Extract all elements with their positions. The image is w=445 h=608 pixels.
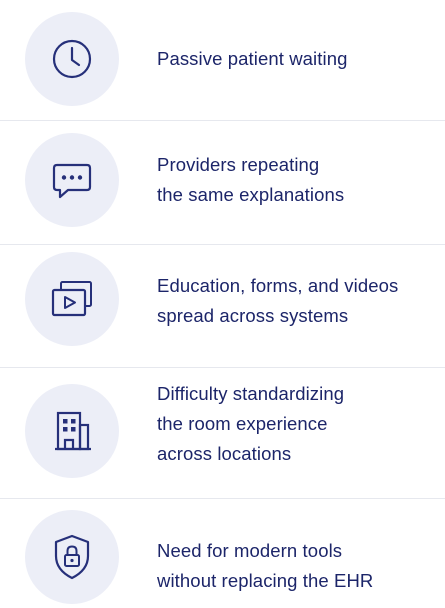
list-item-text: Providers repeating the same explanation… xyxy=(157,150,344,210)
list-item-text: Difficulty standardizing the room experi… xyxy=(157,379,344,469)
divider xyxy=(0,244,445,245)
list-item-standardizing-rooms: Difficulty standardizing the room experi… xyxy=(0,375,445,485)
text-line: Difficulty standardizing xyxy=(157,383,345,404)
shield-lock-icon xyxy=(25,510,119,604)
divider xyxy=(0,120,445,121)
text-line: Passive patient waiting xyxy=(157,48,348,69)
divider xyxy=(0,367,445,368)
chat-bubble-icon xyxy=(25,133,119,227)
pain-points-list: Passive patient waiting Providers repeat… xyxy=(0,0,445,608)
list-item-text: Passive patient waiting xyxy=(157,44,348,74)
list-item-repeating-explanations: Providers repeating the same explanation… xyxy=(0,133,445,227)
text-line: the room experience xyxy=(157,413,328,434)
text-line: Education, forms, and videos xyxy=(157,275,399,296)
building-icon xyxy=(25,384,119,478)
list-item-passive-waiting: Passive patient waiting xyxy=(0,12,445,106)
clock-icon xyxy=(25,12,119,106)
list-item-scattered-content: Education, forms, and videos spread acro… xyxy=(0,252,445,346)
text-line: Providers repeating xyxy=(157,154,320,175)
text-line: the same explanations xyxy=(157,184,345,205)
list-item-text: Need for modern tools without replacing … xyxy=(157,536,373,596)
text-line: without replacing the EHR xyxy=(157,570,374,591)
text-line: across locations xyxy=(157,443,292,464)
text-line: Need for modern tools xyxy=(157,540,343,561)
list-item-modern-tools: Need for modern tools without replacing … xyxy=(0,510,445,608)
text-line: spread across systems xyxy=(157,305,349,326)
video-stack-icon xyxy=(25,252,119,346)
list-item-text: Education, forms, and videos spread acro… xyxy=(157,271,398,331)
divider xyxy=(0,498,445,499)
